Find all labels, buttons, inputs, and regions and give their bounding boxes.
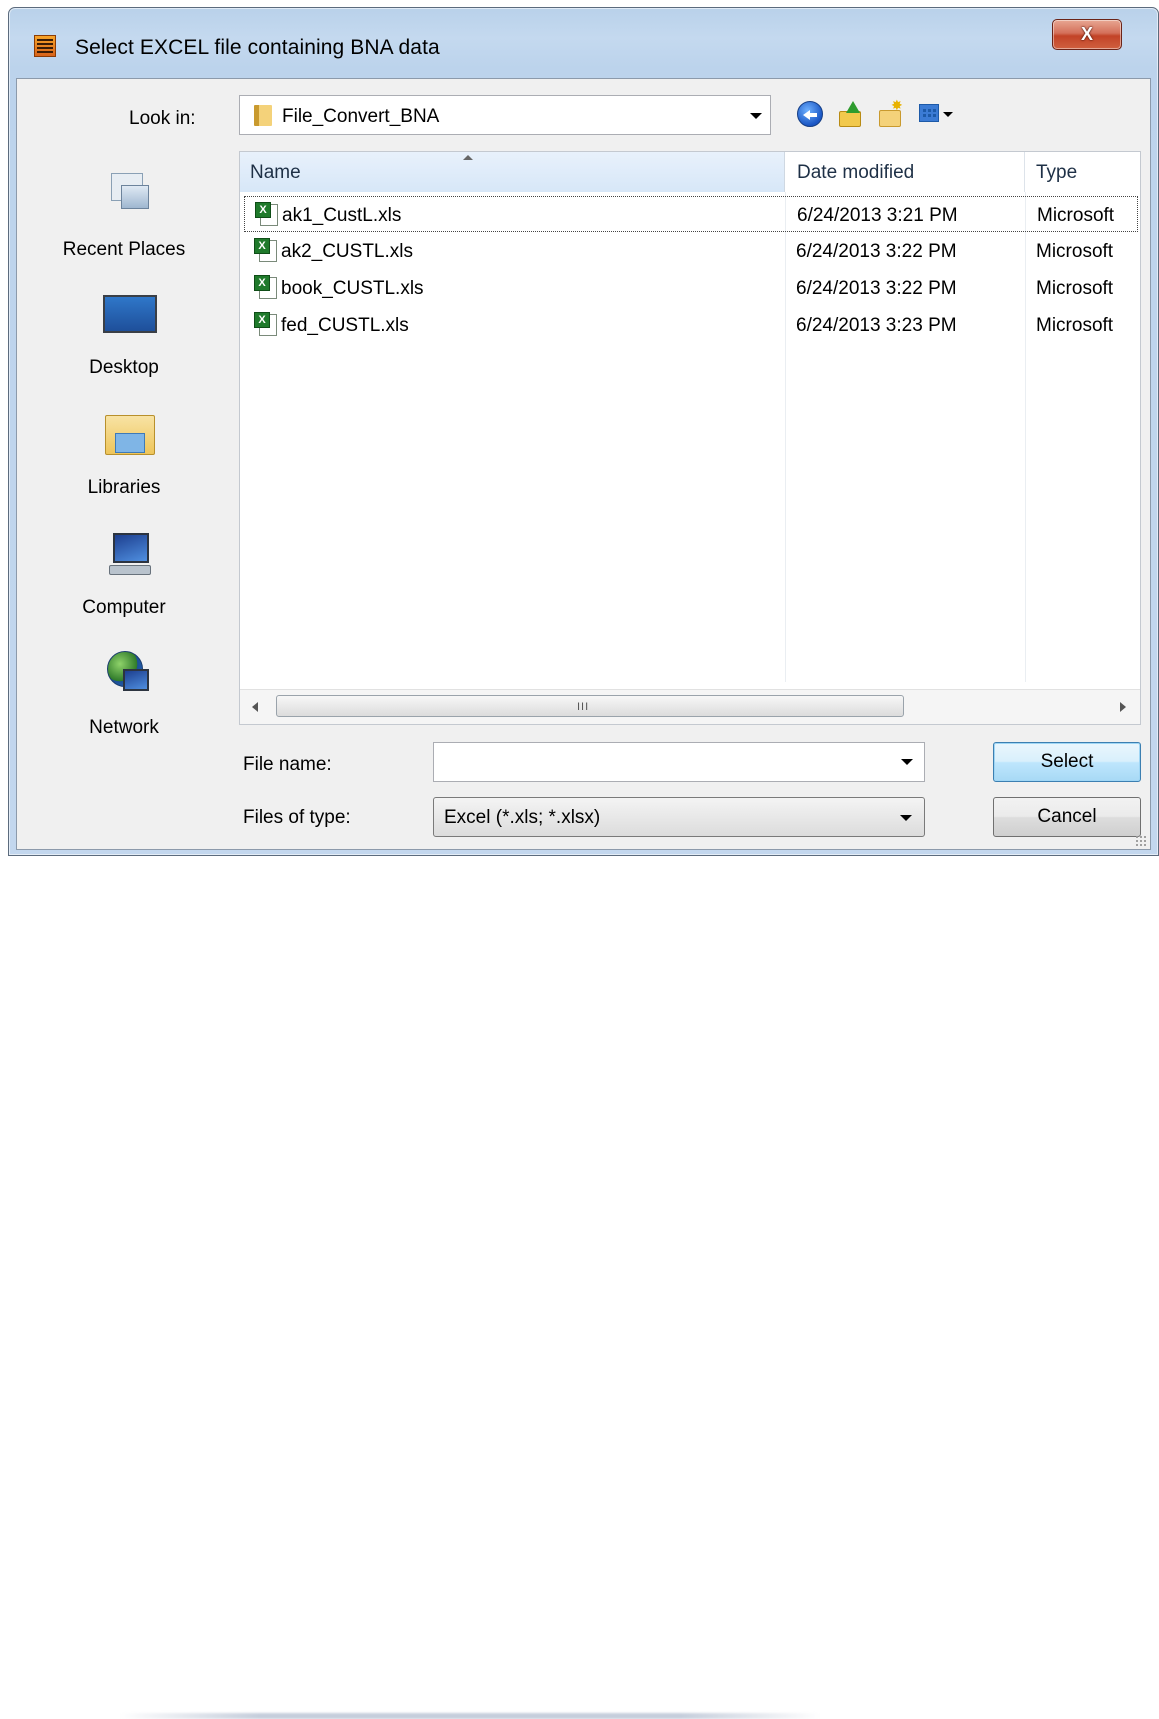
close-icon: X: [1080, 24, 1093, 44]
column-header-name[interactable]: Name: [240, 152, 785, 192]
close-button[interactable]: X: [1052, 19, 1122, 50]
place-label: Recent Places: [62, 239, 186, 260]
column-header-date-modified[interactable]: Date modified: [785, 152, 1025, 192]
file-type: Microsoft: [1037, 205, 1115, 226]
resize-grip-icon[interactable]: [1135, 835, 1147, 847]
scroll-right-icon[interactable]: [1120, 702, 1126, 712]
excel-file-icon: [254, 238, 277, 262]
scrollbar-grip: III: [577, 701, 590, 713]
file-type: Microsoft: [1036, 241, 1114, 262]
chevron-down-icon: [900, 815, 912, 821]
file-name: book_CUSTL.xls: [281, 278, 424, 299]
recent-places-icon: [107, 171, 151, 215]
place-label: Libraries: [87, 477, 161, 498]
file-type: Microsoft: [1036, 278, 1114, 299]
files-of-type-label: Files of type:: [243, 807, 351, 828]
column-header-label: Date modified: [797, 162, 915, 183]
cancel-button[interactable]: Cancel: [993, 797, 1141, 837]
file-type: Microsoft: [1036, 315, 1114, 336]
file-date: 6/24/2013 3:23 PM: [796, 315, 957, 336]
file-name: ak2_CUSTL.xls: [281, 241, 413, 262]
select-button[interactable]: Select: [993, 742, 1141, 782]
excel-file-icon: [254, 312, 277, 336]
file-list[interactable]: Name Date modified Type ak1_CustL.xls 6/…: [239, 151, 1141, 725]
file-name-label: File name:: [243, 754, 332, 775]
place-desktop[interactable]: Desktop: [17, 285, 231, 385]
chevron-down-icon[interactable]: [750, 113, 762, 119]
scroll-left-icon[interactable]: [252, 702, 258, 712]
look-in-label: Look in:: [129, 108, 196, 129]
file-name: ak1_CustL.xls: [282, 205, 402, 226]
horizontal-scrollbar[interactable]: III: [240, 689, 1140, 724]
computer-icon: [107, 531, 151, 575]
chevron-down-icon: [943, 112, 953, 117]
app-icon: [34, 35, 56, 57]
file-type-dropdown[interactable]: Excel (*.xls; *.xlsx): [433, 797, 925, 837]
excel-file-icon: [255, 202, 278, 226]
file-row[interactable]: book_CUSTL.xls 6/24/2013 3:22 PM Microso…: [244, 270, 1138, 306]
place-libraries[interactable]: Libraries: [17, 405, 231, 505]
excel-file-icon: [254, 275, 277, 299]
file-date: 6/24/2013 3:22 PM: [796, 241, 957, 262]
list-header: Name Date modified Type: [240, 152, 1140, 192]
file-name: fed_CUSTL.xls: [281, 315, 409, 336]
file-type-value: Excel (*.xls; *.xlsx): [444, 807, 601, 828]
file-row[interactable]: ak1_CustL.xls 6/24/2013 3:21 PM Microsof…: [244, 196, 1138, 232]
views-menu-button[interactable]: [919, 101, 955, 127]
title-bar[interactable]: Select EXCEL file containing BNA data X: [9, 8, 1158, 78]
back-arrow-icon[interactable]: [797, 101, 823, 127]
desktop-icon: [103, 289, 157, 333]
scrollbar-thumb[interactable]: III: [276, 695, 904, 717]
dialog-client-area: Look in: File_Convert_BNA Recent Places …: [16, 78, 1151, 850]
column-header-label: Name: [250, 162, 301, 183]
sort-ascending-icon: [463, 155, 473, 160]
file-date: 6/24/2013 3:22 PM: [796, 278, 957, 299]
place-label: Network: [89, 717, 159, 738]
column-header-type[interactable]: Type: [1025, 152, 1140, 192]
libraries-icon: [105, 409, 155, 455]
column-header-label: Type: [1036, 162, 1078, 183]
file-name-input[interactable]: [433, 742, 925, 782]
file-row[interactable]: fed_CUSTL.xls 6/24/2013 3:23 PM Microsof…: [244, 307, 1138, 343]
up-folder-icon[interactable]: [837, 101, 863, 127]
folder-icon: [254, 105, 272, 126]
new-folder-icon[interactable]: [877, 97, 903, 127]
views-menu-icon: [919, 104, 939, 122]
place-network[interactable]: Network: [17, 645, 231, 745]
network-icon: [107, 651, 151, 695]
places-bar: Recent Places Desktop Libraries Computer…: [17, 151, 231, 791]
place-computer[interactable]: Computer: [17, 525, 231, 625]
look-in-value: File_Convert_BNA: [282, 106, 440, 127]
background-page-bottom: [0, 855, 1159, 1719]
place-label: Desktop: [89, 357, 159, 378]
file-date: 6/24/2013 3:21 PM: [797, 205, 958, 226]
dialog-title: Select EXCEL file containing BNA data: [75, 36, 440, 59]
look-in-dropdown[interactable]: File_Convert_BNA: [239, 95, 771, 135]
file-open-dialog: Select EXCEL file containing BNA data X …: [8, 7, 1159, 856]
file-row[interactable]: ak2_CUSTL.xls 6/24/2013 3:22 PM Microsof…: [244, 233, 1138, 269]
chevron-down-icon[interactable]: [901, 759, 913, 765]
place-label: Computer: [82, 597, 166, 618]
place-recent-places[interactable]: Recent Places: [17, 165, 231, 275]
